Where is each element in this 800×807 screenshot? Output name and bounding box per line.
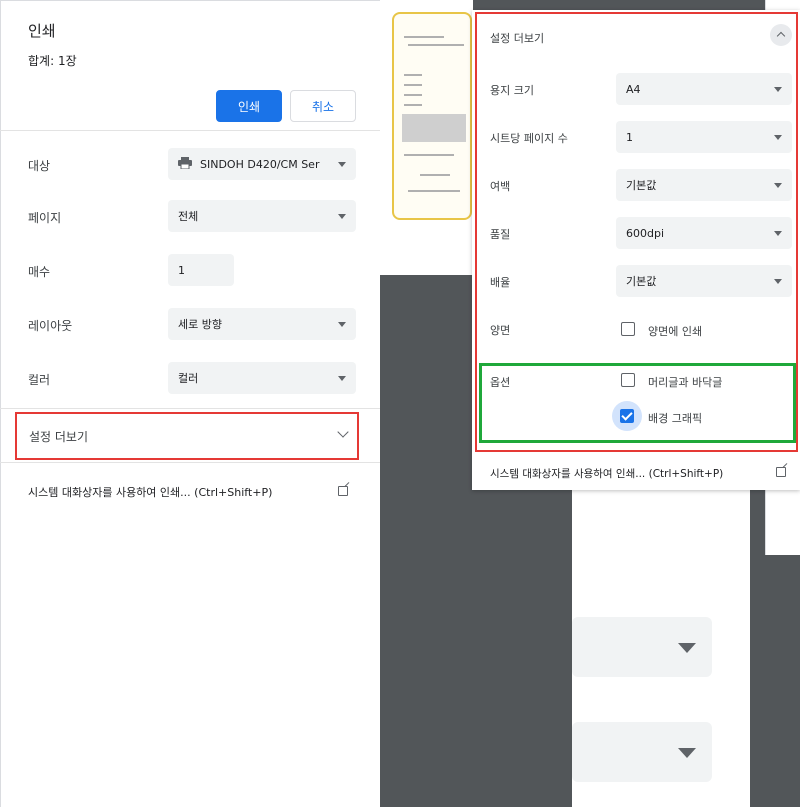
chevron-down-icon xyxy=(774,230,782,236)
divider xyxy=(0,408,380,409)
chevron-down-icon xyxy=(774,86,782,92)
header-footer-label: 머리글과 바닥글 xyxy=(648,376,723,389)
document-thumbnail xyxy=(392,12,472,220)
chevron-down-icon xyxy=(338,375,346,381)
scale-label: 배율 xyxy=(490,276,511,289)
color-select[interactable]: 컬러 xyxy=(168,362,356,394)
printer-icon xyxy=(178,156,192,172)
chevron-down-icon xyxy=(338,321,346,327)
layout-value: 세로 방향 xyxy=(178,318,222,331)
more-settings-toggle[interactable]: 설정 더보기 xyxy=(15,412,359,460)
chevron-down-icon xyxy=(337,426,349,438)
scale-value: 기본값 xyxy=(626,275,657,288)
background-graphics-checkbox[interactable] xyxy=(620,409,634,423)
paper-size-select[interactable]: A4 xyxy=(616,73,792,105)
panel-title: 설정 더보기 xyxy=(490,32,545,45)
quality-select[interactable]: 600dpi xyxy=(616,217,792,249)
color-value: 컬러 xyxy=(178,372,199,385)
open-external-icon[interactable] xyxy=(338,486,348,496)
margins-value: 기본값 xyxy=(626,179,657,192)
paper-size-label: 용지 크기 xyxy=(490,84,534,97)
print-button[interactable]: 인쇄 xyxy=(216,90,282,122)
margins-label: 여백 xyxy=(490,180,511,193)
chevron-down-icon xyxy=(774,182,782,188)
pages-per-sheet-select[interactable]: 1 xyxy=(616,121,792,153)
paper-size-value: A4 xyxy=(626,82,641,96)
underlying-select xyxy=(572,617,712,677)
duplex-label: 양면 xyxy=(490,324,511,337)
page-count: 합계: 1장 xyxy=(28,54,77,68)
destination-value: SINDOH D420/CM Ser xyxy=(200,157,320,171)
pages-value: 전체 xyxy=(178,210,199,223)
highlight-green-box xyxy=(479,363,796,443)
background-graphics-label: 배경 그래픽 xyxy=(648,412,703,425)
system-dialog-link[interactable]: 시스템 대화상자를 사용하여 인쇄... (Ctrl+Shift+P) xyxy=(28,484,272,500)
duplex-checkbox[interactable] xyxy=(621,322,635,336)
margins-select[interactable]: 기본값 xyxy=(616,169,792,201)
header-footer-checkbox[interactable] xyxy=(621,373,635,387)
collapse-button[interactable] xyxy=(770,24,792,46)
divider xyxy=(0,462,380,463)
divider xyxy=(0,130,380,131)
destination-label: 대상 xyxy=(28,159,51,173)
chevron-down-icon xyxy=(338,161,346,167)
options-label: 옵션 xyxy=(490,376,511,389)
copies-label: 매수 xyxy=(28,265,51,279)
cancel-button[interactable]: 취소 xyxy=(290,90,356,122)
underlying-select xyxy=(572,722,712,782)
print-dialog-screenshot: 인쇄 합계: 1장 인쇄 취소 대상 SINDOH D420/CM Ser 페이… xyxy=(0,0,800,807)
pages-per-sheet-label: 시트당 페이지 수 xyxy=(490,132,568,145)
chevron-down-icon xyxy=(774,134,782,140)
layout-label: 레이아웃 xyxy=(28,319,73,333)
chevron-down-icon xyxy=(338,213,346,219)
quality-label: 품질 xyxy=(490,228,511,241)
more-settings-label: 설정 더보기 xyxy=(29,429,89,444)
system-dialog-link[interactable]: 시스템 대화상자를 사용하여 인쇄... (Ctrl+Shift+P) xyxy=(490,466,723,481)
scale-select[interactable]: 기본값 xyxy=(616,265,792,297)
chevron-down-icon xyxy=(774,278,782,284)
duplex-option-label: 양면에 인쇄 xyxy=(648,325,703,338)
pages-per-sheet-value: 1 xyxy=(626,130,633,144)
layout-select[interactable]: 세로 방향 xyxy=(168,308,356,340)
destination-select[interactable]: SINDOH D420/CM Ser xyxy=(168,148,356,180)
color-label: 컬러 xyxy=(28,373,51,387)
pages-select[interactable]: 전체 xyxy=(168,200,356,232)
quality-value: 600dpi xyxy=(626,226,665,240)
copies-input[interactable]: 1 xyxy=(168,254,234,286)
pages-label: 페이지 xyxy=(28,211,62,225)
open-external-icon[interactable] xyxy=(776,467,786,477)
page-title: 인쇄 xyxy=(28,22,56,40)
